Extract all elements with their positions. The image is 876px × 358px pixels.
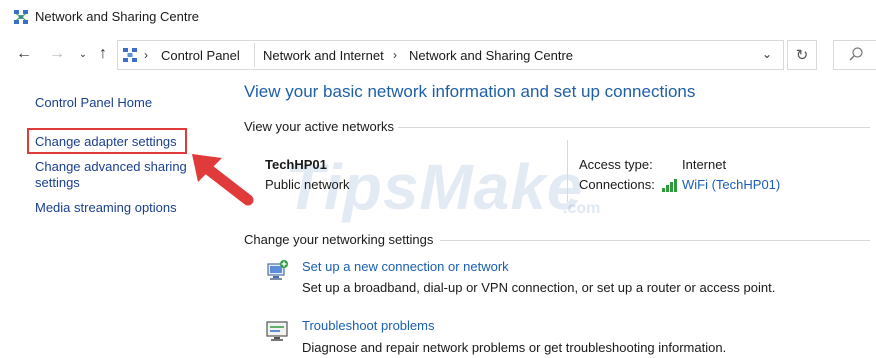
section-divider [440, 240, 870, 241]
wifi-signal-icon [662, 179, 677, 192]
page-title: View your basic network information and … [244, 82, 696, 101]
network-sharing-icon [14, 10, 28, 24]
forward-arrow-icon[interactable]: → [47, 44, 67, 64]
sidebar-item-control-panel-home[interactable]: Control Panel Home [35, 95, 152, 111]
annotation-arrow-icon [192, 154, 254, 206]
setup-connection-description: Set up a broadband, dial-up or VPN conne… [302, 280, 776, 295]
wifi-connection-link[interactable]: WiFi (TechHP01) [682, 177, 780, 192]
connections-label: Connections: [579, 177, 655, 192]
access-type-value: Internet [682, 157, 727, 172]
section-divider [398, 127, 870, 128]
refresh-icon: ↻ [795, 47, 809, 64]
chevron-down-icon[interactable]: ⌄ [73, 44, 93, 64]
vertical-divider [567, 140, 568, 202]
up-arrow-icon[interactable]: ↑ [93, 44, 113, 64]
breadcrumb-separator[interactable]: › [144, 48, 148, 62]
refresh-button[interactable]: ↻ [787, 40, 817, 70]
troubleshoot-icon [266, 321, 288, 341]
breadcrumb-network-sharing[interactable]: Network and Sharing Centre [409, 48, 573, 63]
settings-header: Change your networking settings [244, 232, 434, 247]
sidebar-item-change-advanced-sharing[interactable]: Change advanced sharing [35, 159, 187, 175]
breadcrumb-control-panel[interactable]: Control Panel [161, 48, 240, 63]
network-name: TechHP01 [265, 157, 327, 172]
sidebar-item-media-streaming[interactable]: Media streaming options [35, 200, 177, 216]
active-networks-header: View your active networks [244, 119, 395, 134]
sidebar-item-change-advanced-sharing-line2[interactable]: settings [35, 175, 80, 191]
address-bar[interactable]: › Control Panel Network and Internet › N… [117, 40, 784, 70]
breadcrumb-separator[interactable]: › [393, 48, 397, 62]
network-type: Public network [265, 177, 350, 192]
setup-connection-link[interactable]: Set up a new connection or network [302, 259, 509, 274]
watermark-suffix: .com [563, 200, 601, 217]
window-title: Network and Sharing Centre [35, 9, 200, 24]
breadcrumb-divider [254, 43, 255, 67]
back-arrow-icon[interactable]: ← [14, 44, 34, 64]
new-connection-icon [267, 260, 288, 280]
address-dropdown-icon[interactable]: ⌄ [762, 47, 772, 61]
search-box[interactable] [833, 40, 876, 70]
sidebar-item-change-adapter-settings[interactable]: Change adapter settings [35, 134, 177, 150]
search-icon [849, 47, 863, 61]
breadcrumb-network-internet[interactable]: Network and Internet [263, 48, 384, 63]
access-type-label: Access type: [579, 157, 653, 172]
title-bar: Network and Sharing Centre [0, 0, 876, 34]
troubleshoot-link[interactable]: Troubleshoot problems [302, 318, 434, 333]
troubleshoot-description: Diagnose and repair network problems or … [302, 340, 727, 355]
control-panel-icon [123, 48, 137, 62]
